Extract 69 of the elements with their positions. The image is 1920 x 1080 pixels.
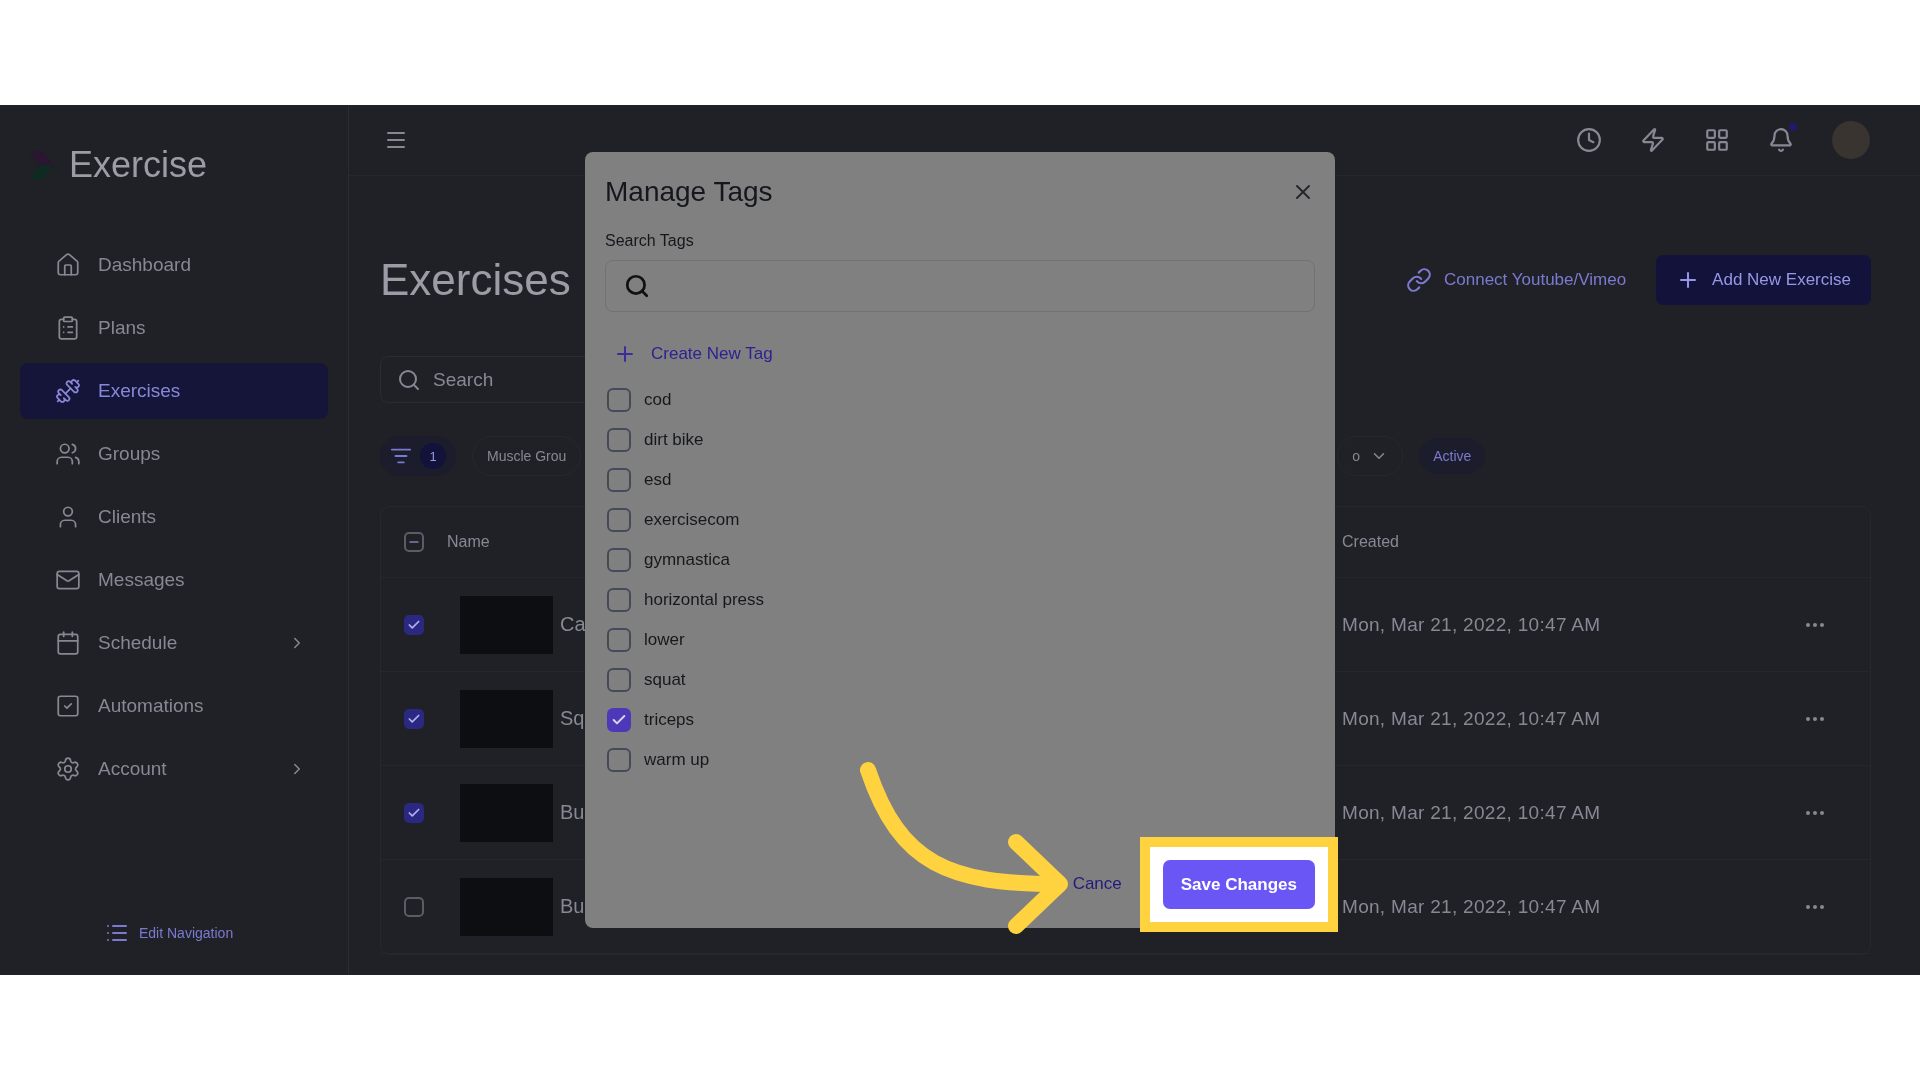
tag-label: horizontal press (644, 590, 764, 610)
nav-item[interactable]: Automations (20, 678, 328, 734)
filter-button[interactable]: 1 (380, 436, 456, 476)
dialog-title: Manage Tags (605, 176, 773, 208)
nav-item[interactable]: Exercises (20, 363, 328, 419)
tag-checkbox[interactable] (607, 708, 631, 732)
nav-item[interactable]: Account (20, 741, 328, 797)
clock-icon[interactable] (1576, 127, 1602, 153)
table-cell: Mon, Mar 21, 2022, 10:47 AM (1342, 613, 1601, 636)
tag-label: gymnastica (644, 550, 730, 570)
row-checkbox[interactable] (404, 614, 424, 635)
link-icon (1406, 267, 1432, 293)
row-checkbox[interactable] (404, 896, 424, 917)
gear-icon (55, 756, 81, 782)
house-icon (55, 252, 81, 278)
table-cell: Mon, Mar 21, 2022, 10:47 AM (1342, 801, 1601, 824)
tag-label: dirt bike (644, 430, 704, 450)
tag-checkbox[interactable] (607, 748, 631, 772)
brand-name: Exercise (69, 144, 208, 186)
edit-navigation-link[interactable]: Edit Navigation (139, 925, 234, 941)
tag-label: exercisecom (644, 510, 740, 530)
tag-checkbox[interactable] (607, 588, 631, 612)
tag-label: lower (644, 630, 685, 650)
dumbbell-icon (55, 378, 81, 404)
nav-item[interactable]: Groups (20, 426, 328, 482)
save-button[interactable]: Save Changes (1162, 860, 1315, 909)
cancel-button[interactable]: Cance (1072, 874, 1122, 894)
calendar-icon (55, 630, 81, 656)
table-cell: Bu (560, 801, 585, 824)
row-checkbox[interactable] (404, 802, 424, 823)
table-cell: Mon, Mar 21, 2022, 10:47 AM (1342, 707, 1601, 730)
tag-checkbox[interactable] (607, 508, 631, 532)
tag-checkbox[interactable] (607, 428, 631, 452)
tag-label: warm up (644, 750, 710, 770)
tag-label: triceps (644, 710, 695, 730)
nav-item[interactable]: Plans (20, 300, 328, 356)
tag-checkbox[interactable] (607, 628, 631, 652)
tag-checkbox[interactable] (607, 548, 631, 572)
table-cell: Mon, Mar 21, 2022, 10:47 AM (1342, 895, 1601, 918)
tag-checkbox[interactable] (607, 468, 631, 492)
search-icon (397, 367, 421, 392)
people-icon (55, 441, 81, 467)
tag-label: squat (644, 670, 686, 690)
select-all-checkbox[interactable] (404, 532, 424, 552)
tag-checkbox[interactable] (607, 668, 631, 692)
page-title: Exercises (380, 255, 571, 305)
table-cell: Ca (560, 613, 586, 636)
row-checkbox[interactable] (404, 708, 424, 729)
column-header[interactable]: Created (1342, 533, 1399, 551)
lightning-icon[interactable] (1640, 127, 1666, 153)
status-chip[interactable]: Active (1419, 438, 1486, 474)
checkbox-icon (55, 693, 81, 719)
table-cell: Sq (560, 707, 585, 730)
clipboard-icon (55, 315, 81, 341)
nav-item[interactable]: Dashboard (20, 237, 328, 293)
column-header[interactable]: Name (447, 533, 490, 551)
connect-video-link[interactable]: Connect Youtube/Vimeo (1406, 267, 1627, 293)
search-icon (624, 273, 650, 299)
nav-item[interactable]: Messages (20, 552, 328, 608)
add-exercise-button[interactable]: Add New Exercise (1656, 255, 1871, 305)
tag-label: esd (644, 470, 672, 490)
search-field[interactable] (605, 260, 1315, 312)
envelope-icon (55, 567, 81, 593)
tag-checkbox[interactable] (607, 388, 631, 412)
table-cell: Bu (560, 895, 585, 918)
nav-item[interactable]: Clients (20, 489, 328, 545)
grid-icon[interactable] (1704, 127, 1730, 153)
nav-item[interactable]: Schedule (20, 615, 328, 671)
field-label: Search Tags (605, 232, 695, 250)
